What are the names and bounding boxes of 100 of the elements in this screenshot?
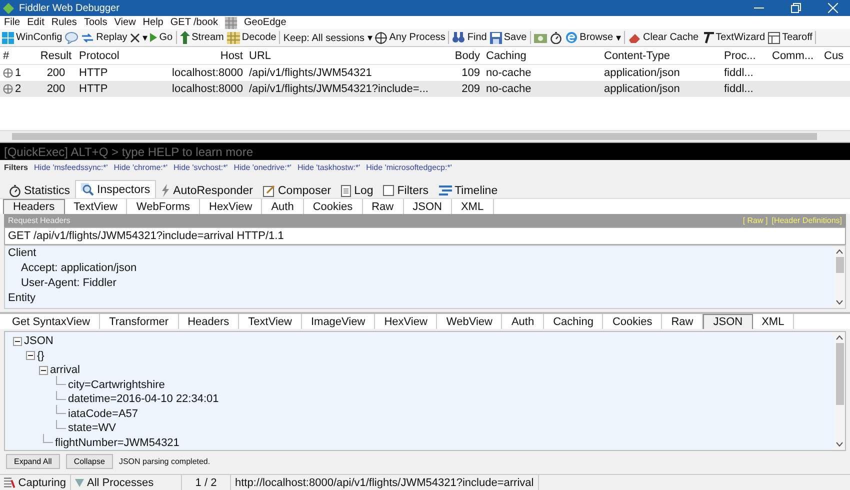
menu-item[interactable]: View [114, 17, 136, 28]
column-header[interactable]: Proc... [721, 50, 769, 62]
tree-node[interactable]: arrival [50, 364, 80, 376]
tab[interactable]: Log [336, 183, 378, 198]
restore-icon[interactable] [791, 3, 801, 13]
tab[interactable]: Composer [258, 183, 336, 198]
menu-item[interactable]: Tools [84, 17, 108, 28]
tree-button[interactable]: Collapse [66, 454, 113, 468]
filter-link[interactable]: Hide 'microsoftedgecp:*' [366, 163, 452, 172]
tab[interactable]: Headers [178, 314, 240, 329]
table-cell-text: no-cache [485, 83, 532, 95]
header-entry[interactable]: Accept: application/json [8, 261, 834, 276]
column-header[interactable]: Result [36, 50, 76, 62]
table-cell-text: application/json [603, 83, 681, 95]
tab[interactable]: Transformer [100, 314, 179, 329]
tree-node[interactable]: iataCode=A57 [68, 408, 138, 420]
filter-link[interactable]: Hide 'taskhostw:*' [297, 163, 360, 172]
toolbar-button[interactable]: Tearoff [768, 32, 812, 44]
vertical-scrollbar[interactable] [834, 246, 845, 308]
toolbar-button[interactable]: Find [452, 32, 487, 43]
tab[interactable]: Inspectors [75, 180, 156, 198]
collapse-icon[interactable] [39, 366, 48, 375]
header-group[interactable]: Entity [8, 291, 834, 306]
scroll-down-icon[interactable] [836, 442, 843, 447]
speech-bubble-icon [65, 32, 78, 44]
collapse-icon[interactable] [26, 351, 35, 360]
column-header[interactable]: Host [156, 50, 246, 62]
toolbar-button[interactable]: Replay [81, 32, 128, 44]
scroll-up-icon[interactable] [836, 335, 843, 340]
tab[interactable]: Statistics [4, 183, 76, 198]
toolbar-button[interactable]: Keep: All sessions ▾ [283, 32, 372, 44]
column-header[interactable]: Comm... [769, 50, 821, 62]
table-cell-text: 209 [460, 83, 481, 95]
collapse-icon[interactable] [13, 336, 22, 346]
header-entry[interactable]: User-Agent: Fiddler [8, 276, 834, 291]
tab[interactable]: Cookies [603, 314, 662, 329]
tab[interactable]: Get SyntaxView [3, 314, 100, 329]
tab[interactable]: AutoResponder [156, 183, 258, 198]
remove-x-icon [130, 32, 140, 42]
filter-link[interactable]: Hide 'svchost:*' [174, 163, 228, 172]
column-header[interactable]: Protocol [76, 50, 156, 62]
table-cell-text: /api/v1/flights/JWM54321?include=... [248, 83, 430, 95]
tab[interactable]: Auth [502, 314, 544, 329]
tab[interactable]: ImageView [302, 314, 376, 329]
column-header[interactable]: Body [451, 50, 483, 62]
menu-item[interactable]: Help [142, 17, 164, 28]
tab[interactable]: JSON [703, 314, 753, 329]
filter-link[interactable]: Hide 'msfeedssync:*' [34, 163, 108, 172]
toolbar-button[interactable]: Any Process [375, 32, 446, 44]
tab[interactable]: TextView [239, 314, 302, 329]
tree-node[interactable]: state=WV [68, 422, 116, 434]
vertical-scrollbar[interactable] [834, 332, 845, 450]
tree-node[interactable]: flightNumber=JWM54321 [55, 436, 180, 449]
horizontal-scrollbar[interactable] [0, 130, 850, 142]
column-header[interactable]: Content-Type [601, 50, 721, 62]
quickexec-field[interactable]: [QuickExec] ALT+Q > type HELP to learn more [0, 143, 850, 160]
session-row[interactable]: 1 200 HTTP localhost:8000 /api/v1/flights/JWM54321 109 no-cache application/json fiddl... [0, 65, 850, 81]
crosshair-globe-icon [375, 32, 388, 44]
toolbar-button[interactable]: TextWizard [702, 32, 766, 44]
toolbar-button[interactable]: Go [150, 32, 173, 43]
tab[interactable]: XML [752, 314, 794, 329]
tab[interactable]: Headers [3, 199, 65, 214]
table-cell-text: application/json [603, 67, 681, 79]
tab[interactable]: WebView [437, 314, 502, 329]
tab[interactable]: Timeline [434, 183, 503, 198]
tree-node[interactable]: city=Cartwrightshire [68, 378, 165, 391]
windows-logo-icon [2, 32, 14, 44]
column-header[interactable]: Cus [821, 50, 847, 62]
tree-node[interactable]: datetime=2016-04-10 22:34:01 [68, 393, 219, 406]
tree-button[interactable]: Expand All [6, 454, 60, 468]
menu-item[interactable]: File [4, 17, 20, 28]
filter-link[interactable]: Hide 'chrome:*' [114, 163, 168, 172]
menu-item[interactable]: Rules [51, 17, 77, 28]
scroll-up-icon[interactable] [836, 249, 843, 254]
tree-node[interactable]: {} [37, 350, 44, 362]
tab[interactable]: Filters [378, 183, 434, 198]
header-group[interactable]: Client [8, 246, 834, 261]
tab[interactable]: HexView [375, 314, 438, 329]
scroll-down-icon[interactable] [836, 300, 843, 305]
toolbar-button[interactable]: Decode [226, 32, 276, 44]
toolbar-button[interactable]: ▾ [130, 32, 148, 44]
close-icon[interactable] [828, 3, 838, 13]
menu-item[interactable]: GeoEdge [244, 17, 286, 28]
toolbar-button[interactable]: Save [490, 32, 527, 44]
column-header[interactable]: URL [246, 50, 451, 62]
tree-node[interactable]: JSON [24, 335, 54, 348]
menu-item[interactable]: GET /book [170, 17, 218, 28]
column-header[interactable]: # [0, 50, 36, 62]
column-header[interactable]: Caching [483, 50, 601, 62]
menu-item[interactable]: Edit [27, 17, 44, 28]
toolbar-button[interactable]: WinConfig [2, 32, 62, 44]
session-row[interactable]: 2 200 HTTP localhost:8000 /api/v1/flights/JWM54321?include=... 209 no-cache application/json fiddl... [0, 81, 850, 97]
toolbar-button[interactable]: Stream [180, 31, 224, 44]
toolbar-button[interactable]: Clear Cache [628, 32, 699, 44]
process-filter[interactable]: All Processes [71, 475, 182, 490]
toolbar-button[interactable]: Browse [564, 31, 614, 44]
filter-link[interactable]: Hide 'onedrive:*' [234, 163, 292, 172]
tab[interactable]: Caching [544, 314, 604, 329]
toolbar-button[interactable]: ▾ [616, 32, 622, 44]
capture-toggle[interactable]: Capturing [0, 475, 71, 490]
